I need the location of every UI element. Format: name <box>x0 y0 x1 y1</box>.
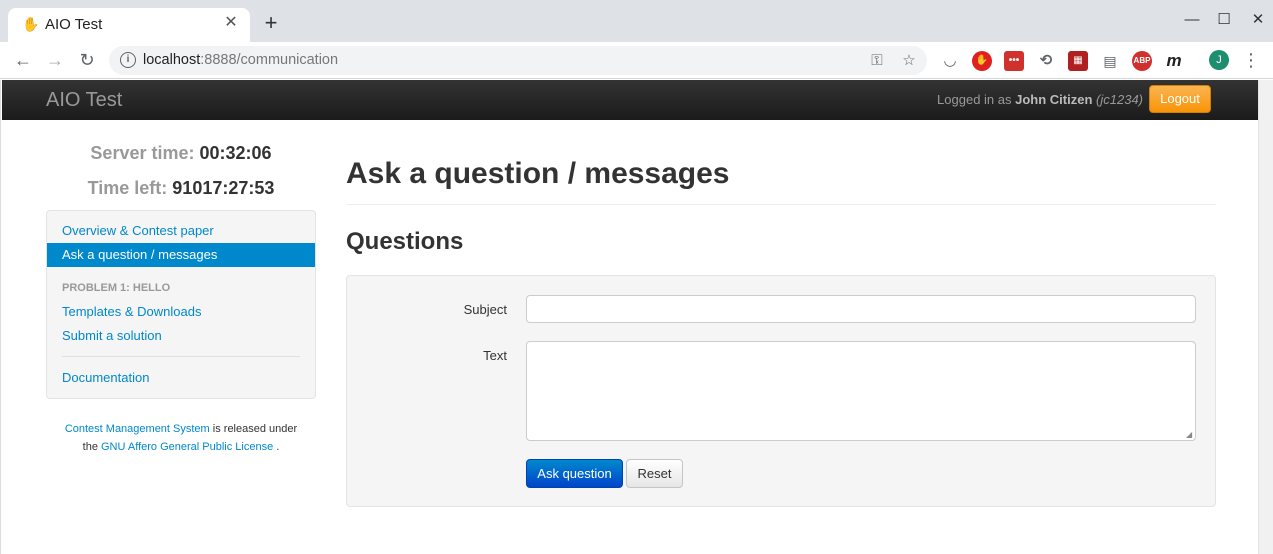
reload-icon[interactable]: ↻ <box>76 49 98 71</box>
license-link[interactable]: GNU Affero General Public License <box>101 441 273 453</box>
subject-input[interactable] <box>526 295 1196 323</box>
logout-button[interactable]: Logout <box>1149 85 1211 113</box>
extension-red-icon[interactable]: ▦ <box>1068 51 1088 71</box>
user-id: (jc1234) <box>1096 92 1143 107</box>
sidebar-problem-header: PROBLEM 1: HELLO <box>62 282 171 294</box>
tab-title: AIO Test <box>45 16 103 33</box>
page-title: Ask a question / messages <box>346 157 730 190</box>
favicon-icon: ✋ <box>22 16 40 32</box>
server-time: Server time: 00:32:06 <box>90 143 272 163</box>
new-tab-button[interactable]: + <box>260 12 282 34</box>
text-input[interactable] <box>526 341 1196 441</box>
sidebar-item-templates[interactable]: Templates & Downloads <box>62 304 201 320</box>
sidebar-item-overview[interactable]: Overview & Contest paper <box>62 223 214 239</box>
title-divider <box>346 204 1216 205</box>
sidebar-nav: Overview & Contest paper Ask a question … <box>46 210 316 399</box>
license-note: Contest Management System is released un… <box>64 423 298 453</box>
key-icon[interactable]: ⚿ <box>867 51 887 71</box>
section-title: Questions <box>346 228 464 255</box>
browser-toolbar: ← → ↻ i localhost:8888/communication ⚿ ☆… <box>0 42 1273 79</box>
bookmark-star-icon[interactable]: ☆ <box>899 51 919 71</box>
maximize-icon[interactable]: ☐ <box>1214 10 1234 30</box>
top-navbar: AIO Test Logged in as John Citizen (jc12… <box>2 80 1259 120</box>
time-left: Time left: 91017:27:53 <box>87 178 275 198</box>
login-status: Logged in as John Citizen (jc1234) <box>937 92 1143 107</box>
page-scrollbar[interactable] <box>1258 80 1273 554</box>
adblock-plus-icon[interactable]: ABP <box>1132 51 1152 71</box>
cms-link[interactable]: Contest Management System <box>65 423 210 435</box>
browser-menu-icon[interactable]: ⋮ <box>1242 50 1260 70</box>
pocket-icon[interactable]: ◡ <box>940 51 960 71</box>
lastpass-icon[interactable]: ••• <box>1004 51 1024 71</box>
sidebar-item-ask-question[interactable]: Ask a question / messages <box>47 243 315 267</box>
back-icon[interactable]: ← <box>12 49 34 71</box>
sidebar-item-documentation[interactable]: Documentation <box>62 370 149 386</box>
close-tab-icon[interactable]: ✕ <box>222 14 240 32</box>
m-extension-icon[interactable]: m <box>1164 51 1184 71</box>
page-content: AIO Test Logged in as John Citizen (jc12… <box>0 80 1259 554</box>
close-window-icon[interactable]: ✕ <box>1248 10 1268 30</box>
forward-icon[interactable]: → <box>44 49 66 71</box>
brand[interactable]: AIO Test <box>46 88 122 112</box>
sidebar-divider <box>62 356 300 357</box>
browser-tab-strip: ✋ AIO Test ✕ + — ☐ ✕ <box>0 0 1273 42</box>
user-name: John Citizen <box>1015 92 1093 107</box>
minimize-icon[interactable]: — <box>1182 10 1202 30</box>
subject-label: Subject <box>463 302 507 317</box>
text-label: Text <box>483 348 507 363</box>
sidebar-item-submit[interactable]: Submit a solution <box>62 328 162 344</box>
resize-grip-icon[interactable]: ◢ <box>1186 431 1194 439</box>
address-bar[interactable]: i localhost:8888/communication ⚿ ☆ <box>109 46 927 75</box>
profile-avatar[interactable]: J <box>1209 50 1229 70</box>
info-icon[interactable]: i <box>120 52 136 68</box>
question-form: Subject Text ◢ Ask question Reset <box>346 275 1216 507</box>
tab-manager-icon[interactable]: ▤ <box>1100 51 1120 71</box>
ublock-icon[interactable]: ✋ <box>972 51 992 71</box>
ask-question-button[interactable]: Ask question <box>526 459 623 488</box>
history-icon[interactable]: ⟲ <box>1036 51 1056 71</box>
url-text[interactable]: localhost:8888/communication <box>143 52 338 69</box>
reset-button[interactable]: Reset <box>626 459 683 488</box>
browser-tab[interactable]: ✋ AIO Test ✕ <box>8 8 250 42</box>
